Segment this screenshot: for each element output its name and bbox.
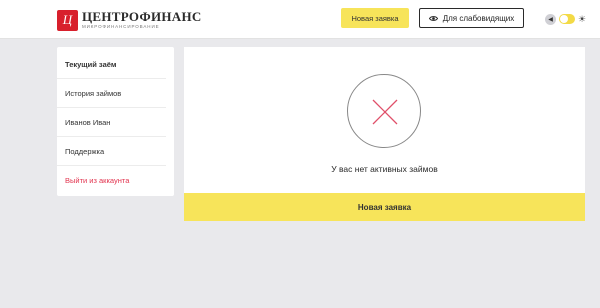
empty-state-message: У вас нет активных займов	[331, 164, 438, 174]
logo-subtitle: МИКРОФИНАНСИРОВАНИЕ	[82, 24, 160, 29]
sidebar-item-logout[interactable]: Выйти из аккаунта	[57, 166, 166, 195]
empty-state-circle	[347, 74, 421, 148]
close-icon	[372, 99, 398, 125]
low-vision-button[interactable]: Для слабовидящих	[419, 8, 524, 28]
brand-logo[interactable]: Ц ЦЕНТРОФИНАНС МИКРОФИНАНСИРОВАНИЕ	[57, 8, 202, 32]
chevron-left-icon[interactable]: ◀	[545, 13, 556, 25]
logo-name: ЦЕНТРОФИНАНС	[82, 9, 202, 24]
new-request-cta-button[interactable]: Новая заявка	[184, 193, 585, 221]
top-header: Ц ЦЕНТРОФИНАНС МИКРОФИНАНСИРОВАНИЕ Новая…	[0, 0, 600, 39]
logo-icon: Ц	[57, 9, 78, 31]
current-loan-panel: У вас нет активных займов Новая заявка	[184, 47, 585, 221]
theme-switch[interactable]	[559, 14, 575, 24]
sidebar-menu: Текущий заём История займов Иванов Иван …	[57, 47, 174, 196]
theme-toggle-group: ◀ ☀	[545, 12, 593, 26]
sidebar-item-support[interactable]: Поддержка	[57, 137, 166, 166]
sun-icon[interactable]: ☀	[578, 14, 586, 25]
sidebar-item-profile[interactable]: Иванов Иван	[57, 108, 166, 137]
new-request-button[interactable]: Новая заявка	[341, 8, 409, 28]
eye-icon	[428, 15, 438, 21]
low-vision-label: Для слабовидящих	[442, 13, 515, 23]
logo-text: ЦЕНТРОФИНАНС МИКРОФИНАНСИРОВАНИЕ	[82, 10, 202, 30]
sidebar-item-loan-history[interactable]: История займов	[57, 79, 166, 108]
sidebar-item-current-loan[interactable]: Текущий заём	[57, 50, 166, 79]
